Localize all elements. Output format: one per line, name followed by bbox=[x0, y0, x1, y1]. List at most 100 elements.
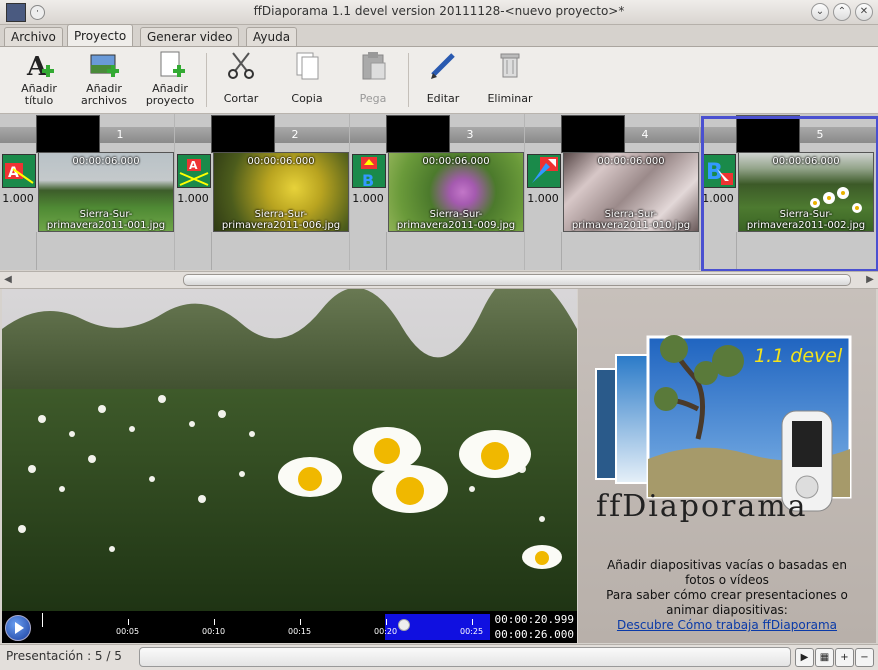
svg-text:A: A bbox=[26, 52, 48, 81]
slide-thumbnail[interactable]: 00:00:06.000 Sierra-Sur- primavera2011-0… bbox=[38, 152, 174, 232]
slide-filename-line2: primavera2011-010.jpg bbox=[571, 220, 691, 231]
transition-icon[interactable]: B bbox=[352, 154, 386, 188]
slide-filename-line1: Sierra-Sur- bbox=[254, 209, 308, 220]
transition-duration: 1.000 bbox=[352, 192, 384, 205]
edit-label: Editar bbox=[426, 92, 460, 105]
help-link[interactable]: Descubre Cómo trabaja ffDiaporama bbox=[617, 618, 837, 632]
add-title-icon: A bbox=[23, 49, 55, 82]
status-bar: Presentación : 5 / 5 ▶ ▦ + − bbox=[0, 644, 878, 670]
scroll-left-icon[interactable]: ◀ bbox=[0, 272, 16, 288]
info-line: animar diapositivas: bbox=[666, 603, 788, 617]
current-time: 00:00:20.999 bbox=[494, 613, 574, 626]
add-project-label: Añadir proyecto bbox=[145, 82, 195, 107]
pencil-icon bbox=[427, 49, 459, 81]
selected-slide-highlight bbox=[701, 116, 878, 272]
track-divider bbox=[561, 232, 562, 270]
slide-filename-line2: primavera2011-001.jpg bbox=[46, 220, 166, 231]
tab-archivo[interactable]: Archivo bbox=[4, 27, 63, 47]
add-files-label: Añadir archivos bbox=[80, 82, 128, 107]
transition-duration: 1.000 bbox=[2, 192, 34, 205]
slide-time: 00:00:06.000 bbox=[72, 156, 140, 167]
paste-button[interactable]: Pega bbox=[348, 49, 398, 105]
ruler-tick bbox=[300, 619, 301, 625]
tab-ayuda[interactable]: Ayuda bbox=[246, 27, 298, 47]
slide-background-swatch bbox=[211, 115, 275, 153]
timeline-ruler[interactable]: 00:05 00:10 00:15 00:20 00:25 bbox=[42, 613, 492, 641]
logo-wordmark: ffDiaporama bbox=[596, 489, 808, 524]
add-title-button[interactable]: A Añadir título bbox=[12, 49, 66, 107]
play-button[interactable] bbox=[5, 615, 31, 641]
ruler-tick-label: 00:25 bbox=[460, 627, 484, 636]
track-divider bbox=[211, 232, 212, 270]
timeline-slide[interactable]: 4 1.000 00:00:06.000 Sierra-Sur- primave… bbox=[525, 114, 700, 270]
paste-icon bbox=[357, 49, 389, 81]
slide-time: 00:00:06.000 bbox=[422, 156, 490, 167]
copy-button[interactable]: Copia bbox=[282, 49, 332, 105]
add-files-button[interactable]: Añadir archivos bbox=[74, 49, 134, 107]
add-project-icon bbox=[154, 49, 186, 81]
presentation-status: Presentación : 5 / 5 bbox=[6, 649, 122, 663]
minimize-button[interactable]: ⌄ bbox=[811, 3, 829, 21]
add-files-icon bbox=[88, 49, 120, 81]
info-line: Añadir diapositivas vacías o basadas en bbox=[607, 558, 847, 572]
transition-icon[interactable]: A bbox=[177, 154, 211, 188]
slide-number: 2 bbox=[291, 128, 299, 141]
trash-icon bbox=[494, 49, 526, 81]
info-panel: 1.1 devel ffDiaporama Añadir diapositiva… bbox=[578, 289, 876, 643]
timeline-slide[interactable]: 2 A 1.000 00:00:06.000 Sierra-Sur- prima… bbox=[175, 114, 350, 270]
info-text: Añadir diapositivas vacías o basadas en … bbox=[578, 558, 876, 633]
tab-proyecto[interactable]: Proyecto bbox=[67, 24, 134, 47]
slide-number: 3 bbox=[466, 128, 474, 141]
zoom-out-icon[interactable]: − bbox=[855, 648, 874, 667]
toolbar: A Añadir título Añadir archivos Añadir p… bbox=[0, 46, 878, 114]
add-title-label: Añadir título bbox=[21, 82, 57, 107]
slide-thumbnail[interactable]: 00:00:06.000 Sierra-Sur- primavera2011-0… bbox=[213, 152, 349, 232]
transition-icon[interactable] bbox=[527, 154, 561, 188]
slide-thumbnail[interactable]: 00:00:06.000 Sierra-Sur- primavera2011-0… bbox=[563, 152, 699, 232]
menu-tabs: Archivo Proyecto Generar video Ayuda bbox=[0, 24, 878, 47]
ruler-tick bbox=[386, 619, 387, 625]
timeline-scrollbar[interactable]: ◀ ▶ bbox=[0, 271, 878, 289]
slide-filename-line1: Sierra-Sur- bbox=[79, 209, 133, 220]
scrollbar-thumb[interactable] bbox=[183, 274, 851, 286]
transition-icon[interactable]: A bbox=[2, 154, 36, 188]
delete-button[interactable]: Eliminar bbox=[484, 49, 536, 105]
copy-label: Copia bbox=[291, 92, 323, 105]
svg-text:B: B bbox=[362, 171, 374, 187]
maximize-button[interactable]: ⌃ bbox=[833, 3, 851, 21]
edit-button[interactable]: Editar bbox=[418, 49, 468, 105]
cut-button[interactable]: Cortar bbox=[216, 49, 266, 105]
transition-duration: 1.000 bbox=[527, 192, 559, 205]
paste-label: Pega bbox=[359, 92, 387, 105]
slide-filename-line1: Sierra-Sur- bbox=[604, 209, 658, 220]
version-badge: 1.1 devel bbox=[754, 345, 843, 367]
play-small-icon[interactable]: ▶ bbox=[795, 648, 814, 667]
toolbar-separator bbox=[408, 53, 409, 107]
slide-background-swatch bbox=[561, 115, 625, 153]
playhead-handle[interactable] bbox=[398, 619, 410, 631]
transition-duration: 1.000 bbox=[177, 192, 209, 205]
total-time: 00:00:26.000 bbox=[494, 628, 574, 641]
copy-icon bbox=[291, 49, 323, 81]
timeline-slide[interactable]: 1 A 1.000 00:00:06.000 Sierra-Sur- prima… bbox=[0, 114, 175, 270]
status-progress-bar bbox=[139, 647, 791, 667]
slide-thumbnail[interactable]: 00:00:06.000 Sierra-Sur- primavera2011-0… bbox=[388, 152, 524, 232]
svg-text:A: A bbox=[189, 159, 198, 172]
scroll-right-icon[interactable]: ▶ bbox=[862, 272, 878, 288]
player-controls: 00:05 00:10 00:15 00:20 00:25 00:00:20.9… bbox=[2, 611, 577, 643]
ruler-tick-label: 00:15 bbox=[288, 627, 312, 636]
tab-generar-video[interactable]: Generar video bbox=[140, 27, 240, 47]
add-project-button[interactable]: Añadir proyecto bbox=[140, 49, 200, 107]
close-button[interactable]: ✕ bbox=[855, 3, 873, 21]
scissors-icon bbox=[225, 49, 257, 81]
grid-view-icon[interactable]: ▦ bbox=[815, 648, 834, 667]
ruler-tick-label: 00:20 bbox=[374, 627, 398, 636]
slide-number: 1 bbox=[116, 128, 124, 141]
preview-image bbox=[2, 289, 577, 611]
timeline-slide[interactable]: 3 B 1.000 00:00:06.000 Sierra-Sur- prima… bbox=[350, 114, 525, 270]
toolbar-separator bbox=[206, 53, 207, 107]
zoom-in-icon[interactable]: + bbox=[835, 648, 854, 667]
ruler-tick bbox=[472, 619, 473, 625]
ruler-start bbox=[42, 613, 43, 627]
preview-photo bbox=[2, 289, 577, 611]
